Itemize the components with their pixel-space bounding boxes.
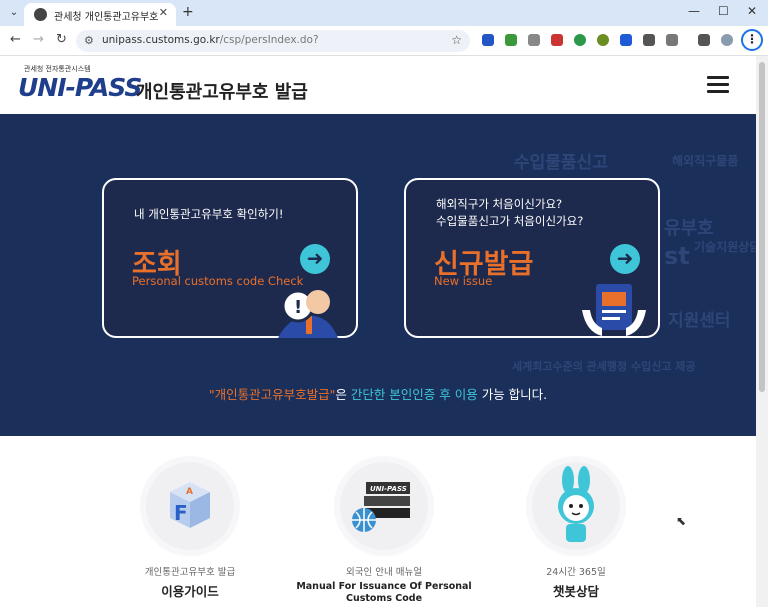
arrow-right-icon[interactable]: ➜ [300, 244, 330, 274]
tab-search-icon[interactable]: ⌄ [6, 5, 22, 21]
minimize-icon[interactable]: — [688, 4, 700, 18]
arrow-right-icon[interactable]: ➜ [610, 244, 640, 274]
reading-list-icon[interactable] [698, 34, 710, 46]
site-header: 관세청 전자통관시스템 UNI-PASS 개인통관고유부호 발급 [0, 56, 768, 114]
site-info-icon[interactable]: ⚙ [84, 34, 94, 47]
bg-word: 해외직구물품 [672, 154, 739, 168]
tab-close-icon[interactable]: ✕ [159, 6, 168, 19]
issue-card[interactable]: 해외직구가 처음이신가요? 수입물품신고가 처음이신가요? 신규발급 New i… [404, 178, 660, 338]
bg-word: 지원센터 [668, 311, 731, 331]
browser-toolbar: ← → ↻ ⚙ unipass.customs.go.kr/csp/persIn… [0, 26, 768, 56]
bg-word: 세계최고수준의 관세행정 수입신고 제공 [512, 360, 696, 373]
browser-menu-icon[interactable]: ⋮ [741, 29, 763, 51]
maximize-icon[interactable]: ☐ [718, 4, 729, 18]
feature-chatbot[interactable]: 24시간 365일 챗봇상담 [486, 462, 666, 600]
browser-tab[interactable]: 관세청 개인통관고유부호 ✕ [24, 3, 176, 26]
url-text: unipass.customs.go.kr/csp/persIndex.do? [102, 34, 319, 46]
browser-tabbar: ⌄ 관세청 개인통관고유부호 ✕ + — ☐ ✕ [0, 0, 768, 26]
bg-word: 기술지원상담 [694, 240, 756, 254]
extensions-puzzle-icon[interactable] [666, 34, 678, 46]
unipass-logo[interactable]: UNI-PASS [18, 73, 142, 102]
reload-icon[interactable]: ↻ [56, 32, 67, 47]
back-icon[interactable]: ← [10, 32, 21, 47]
document-hands-icon [582, 284, 646, 336]
extension-leaf-icon[interactable] [505, 34, 517, 46]
extension-v-icon[interactable] [620, 34, 632, 46]
extension-drop-icon[interactable] [574, 34, 586, 46]
svg-text:A: A [186, 487, 193, 497]
scrollbar-thumb[interactable] [759, 62, 765, 392]
feature-chatbot-sub: 24시간 365일 [546, 567, 606, 578]
magnifier-person-icon: ! [278, 289, 338, 338]
guide-box-icon: F A [146, 462, 234, 550]
new-tab-icon[interactable]: + [182, 4, 194, 20]
bg-word: st [664, 242, 690, 270]
feature-guide[interactable]: F A 개인통관고유부호 발급 이용가이드 [100, 462, 280, 600]
page-scrollbar[interactable] [756, 56, 768, 607]
bookmark-star-icon[interactable]: ☆ [451, 33, 462, 47]
extension-globe-icon[interactable] [597, 34, 609, 46]
extension-badge-icon[interactable] [528, 34, 540, 46]
svg-text:!: ! [294, 297, 302, 318]
feature-guide-sub: 개인통관고유부호 발급 [144, 567, 236, 578]
issue-english: New issue [434, 274, 493, 288]
lookup-subtitle: 내 개인통관고유부호 확인하기! [134, 207, 284, 221]
bg-word: 수입물품신고 [514, 153, 608, 173]
features-section: F A 개인통관고유부호 발급 이용가이드 UNI-PASS 외국인 안내 매뉴… [0, 436, 756, 607]
feature-manual-sub: 외국인 안내 매뉴얼 [346, 567, 422, 578]
feature-guide-title: 이용가이드 [161, 584, 219, 599]
feature-manual-title: Manual For Issuance Of Personal Customs … [296, 581, 472, 604]
extension-window-icon[interactable] [643, 34, 655, 46]
forward-icon[interactable]: → [33, 32, 44, 47]
extension-record-icon[interactable] [551, 34, 563, 46]
issue-subtitle-2: 수입물품신고가 처음이신가요? [436, 214, 584, 228]
mouse-cursor-icon: ⬉ [676, 514, 687, 528]
site-favicon-icon [34, 8, 47, 21]
profile-avatar-icon[interactable] [721, 34, 733, 46]
chatbot-rabbit-icon [532, 462, 620, 550]
hamburger-menu-icon[interactable] [707, 76, 729, 94]
bg-word: 유부호 [664, 218, 714, 239]
hero-section: 수입물품신고 해외직구물품 유부호 st 기술지원상담 지원센터 세계최고수준의… [0, 114, 756, 436]
tab-title: 관세청 개인통관고유부호 [54, 12, 159, 23]
address-bar[interactable]: ⚙ unipass.customs.go.kr/csp/persIndex.do… [76, 30, 470, 52]
hero-note: "개인통관고유부호발급"은 간단한 본인인증 후 이용 가능 합니다. [208, 387, 548, 402]
feature-chatbot-title: 챗봇상담 [552, 584, 599, 599]
extension-shield-icon[interactable] [482, 34, 494, 46]
page-title: 개인통관고유부호 발급 [136, 82, 308, 103]
feature-manual[interactable]: UNI-PASS 외국인 안내 매뉴얼 Manual For Issuance … [294, 462, 474, 605]
issue-subtitle-1: 해외직구가 처음이신가요? [436, 197, 563, 211]
manual-books-icon: UNI-PASS [340, 462, 428, 550]
manual-logo-text: UNI-PASS [370, 485, 407, 493]
svg-text:F: F [174, 501, 188, 525]
window-close-icon[interactable]: ✕ [747, 4, 757, 18]
lookup-card[interactable]: 내 개인통관고유부호 확인하기! 조회 Personal customs cod… [102, 178, 358, 338]
